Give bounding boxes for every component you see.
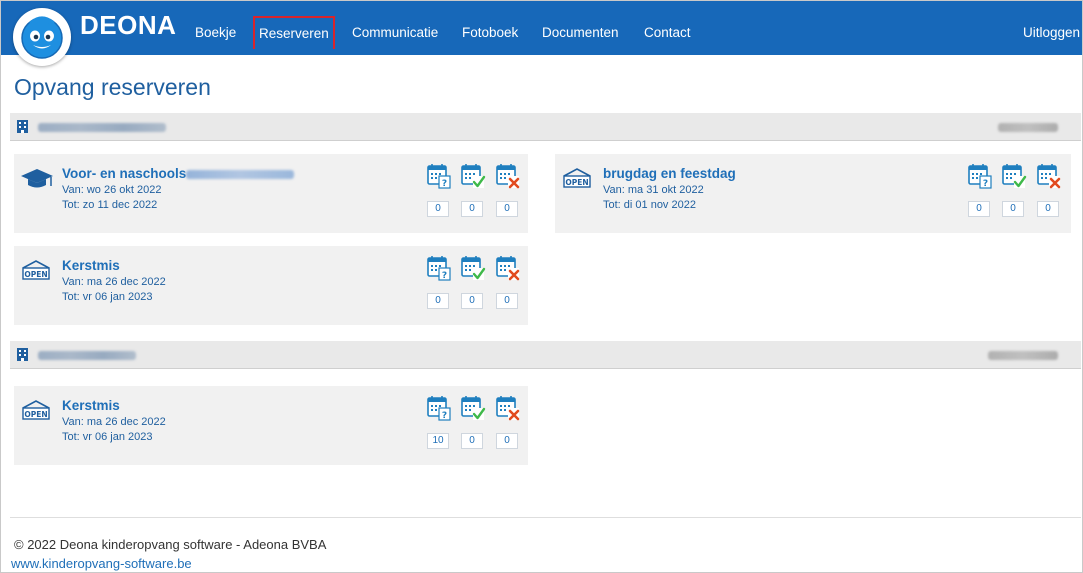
card-date-from: Van: wo 26 okt 2022 [62,184,162,196]
count-pending[interactable]: 0 [427,293,449,309]
reservation-card[interactable]: OPEN brugdag en feestdag Van: ma 31 okt … [555,154,1071,233]
page-title: Opvang reserveren [14,74,211,100]
card-date-to: Tot: vr 06 jan 2023 [62,431,153,443]
calendar-check-icon[interactable] [1001,162,1027,190]
card-title[interactable]: Kerstmis [62,258,120,273]
count-rejected[interactable]: 0 [496,201,518,217]
open-sign-icon: OPEN [22,400,50,420]
nav-item-reserveren[interactable]: Reserveren [253,16,335,49]
card-date-to: Tot: vr 06 jan 2023 [62,291,153,303]
top-navbar: DEONA Boekje Reserveren Communicatie Fot… [1,1,1082,66]
count-pending[interactable]: 10 [427,433,449,449]
card-date-to: Tot: di 01 nov 2022 [603,199,696,211]
deona-logo[interactable] [13,8,71,66]
svg-text:OPEN: OPEN [24,270,47,279]
nav-item-boekje[interactable]: Boekje [195,17,236,49]
open-sign-icon: OPEN [22,260,50,280]
reservation-card[interactable]: OPEN Kerstmis Van: ma 26 dec 2022 Tot: v… [14,246,528,325]
svg-text:OPEN: OPEN [24,410,47,419]
blurred-location-name [38,123,166,132]
card-title[interactable]: Kerstmis [62,398,120,413]
count-approved[interactable]: 0 [461,293,483,309]
brand-name[interactable]: DEONA [80,10,176,41]
count-approved[interactable]: 0 [461,433,483,449]
count-approved[interactable]: 0 [461,201,483,217]
count-rejected[interactable]: 0 [1037,201,1059,217]
blurred-location-name [38,351,136,360]
nav-item-communicatie[interactable]: Communicatie [352,17,438,49]
svg-text:?: ? [442,411,447,421]
svg-text:?: ? [442,271,447,281]
mascot-icon [21,16,63,59]
count-pending[interactable]: 0 [427,201,449,217]
calendar-question-icon[interactable]: ? [426,162,452,190]
calendar-cross-icon[interactable] [495,254,521,282]
svg-text:OPEN: OPEN [565,178,588,187]
calendar-question-icon[interactable]: ? [426,254,452,282]
svg-text:?: ? [983,179,988,189]
logout-link[interactable]: Uitloggen [1023,17,1080,49]
footer-divider [10,517,1081,518]
reservation-card[interactable]: Voor- en naschools Van: wo 26 okt 2022 T… [14,154,528,233]
calendar-cross-icon[interactable] [1036,162,1062,190]
building-icon [17,348,28,361]
calendar-check-icon[interactable] [460,162,486,190]
count-pending[interactable]: 0 [968,201,990,217]
count-rejected[interactable]: 0 [496,293,518,309]
blurred-location-meta [988,351,1058,360]
calendar-cross-icon[interactable] [495,162,521,190]
card-date-from: Van: ma 26 dec 2022 [62,276,166,288]
calendar-question-icon[interactable]: ? [426,394,452,422]
card-title[interactable]: Voor- en naschools [62,166,186,181]
blurred-location-meta [998,123,1058,132]
nav-item-fotoboek[interactable]: Fotoboek [462,17,518,49]
card-date-to: Tot: zo 11 dec 2022 [62,199,158,211]
nav-item-documenten[interactable]: Documenten [542,17,619,49]
calendar-cross-icon[interactable] [495,394,521,422]
count-rejected[interactable]: 0 [496,433,518,449]
svg-text:?: ? [442,179,447,189]
card-date-from: Van: ma 26 dec 2022 [62,416,166,428]
blurred-title-suffix [186,170,294,179]
location-group-header[interactable] [10,113,1081,141]
app-window: DEONA Boekje Reserveren Communicatie Fot… [0,0,1083,573]
card-title[interactable]: brugdag en feestdag [603,166,736,181]
footer-website-link[interactable]: www.kinderopvang-software.be [11,556,192,571]
calendar-check-icon[interactable] [460,394,486,422]
graduation-cap-icon [21,169,53,188]
count-approved[interactable]: 0 [1002,201,1024,217]
nav-item-contact[interactable]: Contact [644,17,691,49]
reservation-card[interactable]: OPEN Kerstmis Van: ma 26 dec 2022 Tot: v… [14,386,528,465]
calendar-question-icon[interactable]: ? [967,162,993,190]
card-date-from: Van: ma 31 okt 2022 [603,184,704,196]
location-group-header[interactable] [10,341,1081,369]
building-icon [17,120,28,133]
open-sign-icon: OPEN [563,168,591,188]
calendar-check-icon[interactable] [460,254,486,282]
footer-copyright: © 2022 Deona kinderopvang software - Ade… [14,537,327,552]
